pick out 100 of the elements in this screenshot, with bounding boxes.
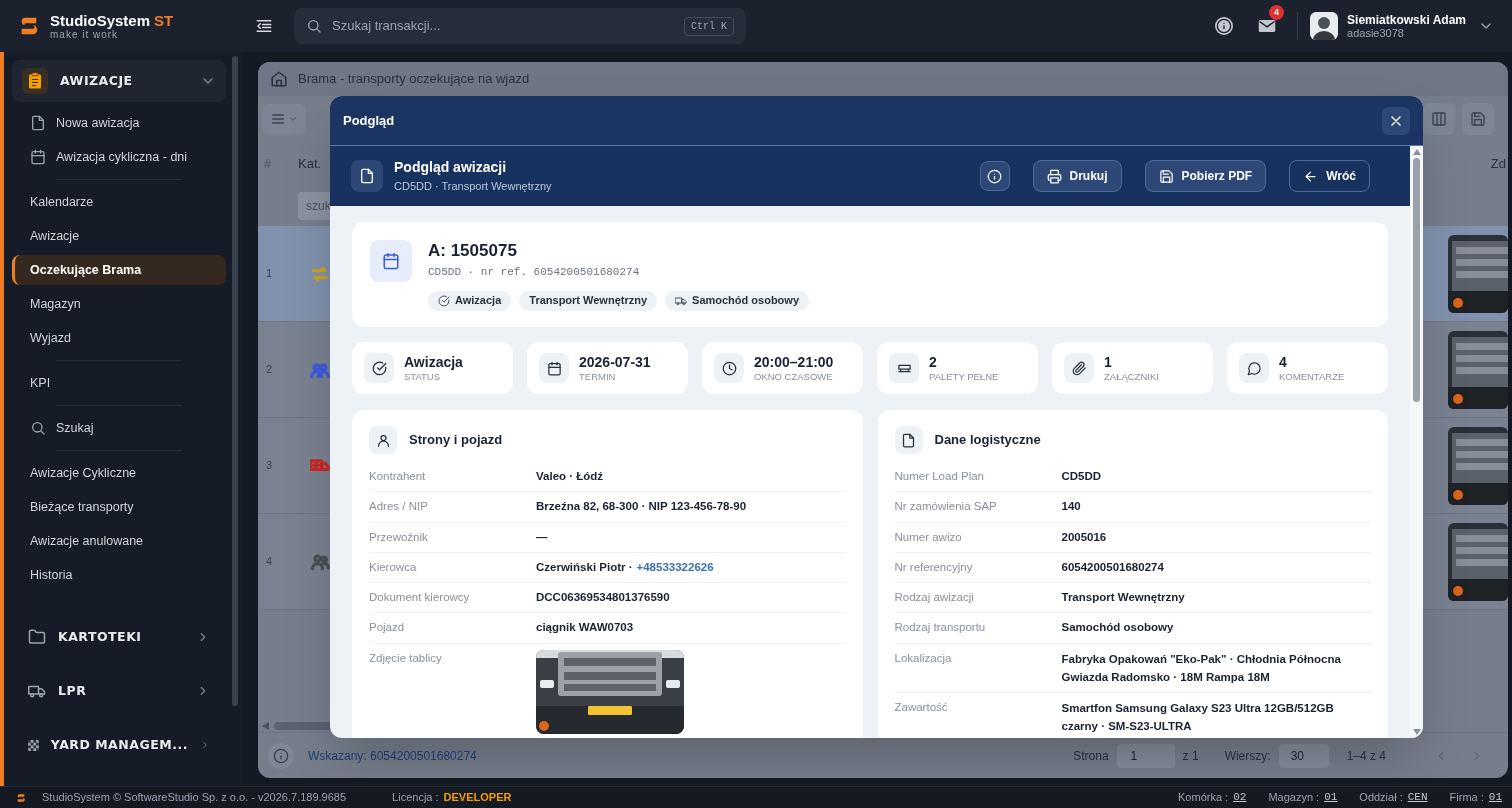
sidebar-item[interactable]: Wyjazd <box>12 323 226 353</box>
document-icon <box>359 168 375 184</box>
stat-value: 4 <box>1279 354 1288 369</box>
row-range: 1–4 z 4 <box>1346 747 1386 765</box>
field-value: Czerwiński Piotr · <box>536 559 633 575</box>
printer-icon <box>1046 168 1062 184</box>
user-icon <box>375 432 391 448</box>
license-label: Licencja : <box>392 790 439 806</box>
phone-link[interactable]: +48533322626 <box>636 558 714 576</box>
info-button[interactable] <box>979 161 1010 191</box>
mail-icon <box>1258 19 1277 33</box>
sidebar-item[interactable]: Kalendarze <box>12 187 226 217</box>
stat-label: OKNO CZASOWE <box>754 371 834 382</box>
app-tagline: make it work <box>50 29 119 40</box>
field-label: Dokument kierowcy <box>369 590 471 605</box>
save-button[interactable] <box>1462 103 1494 135</box>
status-label: Firma : <box>1449 790 1484 806</box>
calendar-icon <box>30 149 46 165</box>
scroll-up-icon[interactable] <box>1412 149 1421 155</box>
sidebar-section[interactable]: LPR <box>12 664 226 718</box>
scroll-left-icon[interactable] <box>262 722 270 730</box>
info-icon <box>987 168 1002 184</box>
notification-badge: 4 <box>1269 5 1285 20</box>
field-label: Kierowca <box>369 559 418 575</box>
columns-button[interactable] <box>1423 103 1455 135</box>
tag: Transport Wewnętrzny <box>519 290 658 311</box>
page-title: Brama - transporty oczekujące na wjazd <box>298 70 530 89</box>
back-button[interactable]: Wróć <box>1289 160 1370 192</box>
comment-icon <box>1246 360 1262 376</box>
sidebar-item[interactable]: Nowa awizacja <box>12 108 226 138</box>
sidebar-item[interactable]: Oczekujące Brama <box>12 255 226 285</box>
sidebar-item[interactable]: Awizacje <box>12 221 226 251</box>
app-name-accent: ST <box>154 12 174 28</box>
sidebar-item[interactable]: KPI <box>12 368 226 398</box>
stat-label: TERMIN <box>579 371 617 382</box>
field-label: Nr referencyjny <box>894 559 974 575</box>
stat-label: STATUS <box>404 371 442 382</box>
document-icon <box>901 432 916 448</box>
page-field[interactable]: 1 <box>1116 743 1175 768</box>
field-label: Zdjęcie tablicy <box>369 650 443 666</box>
preview-subtitle: CD5DD · Transport Wewnętrzny <box>394 179 552 195</box>
field-label: Numer Load Plan <box>894 469 985 484</box>
sidebar-item[interactable]: Awizacje anulowane <box>12 526 226 556</box>
search-bar[interactable]: Szukaj transakcji... Ctrl K <box>294 8 746 44</box>
stat-value: 2026-07-31 <box>579 354 651 369</box>
license-value: DEVELOPER <box>443 790 512 806</box>
stat-value: 2 <box>929 354 938 369</box>
save-icon <box>1470 111 1486 127</box>
stat-value: 20:00–21:00 <box>754 354 834 369</box>
rows-label: Wierszy: <box>1224 747 1271 765</box>
column-header: # <box>263 155 273 174</box>
field-value: — <box>536 529 548 545</box>
field-label: Rodzaj transportu <box>894 620 987 636</box>
field-label: Adres / NIP <box>369 499 429 515</box>
columns-icon <box>1431 111 1447 127</box>
calendar-icon <box>382 252 400 270</box>
sidebar-item[interactable]: Awizacja cykliczna - dni <box>12 142 226 172</box>
page-total: z 1 <box>1182 747 1199 765</box>
user-name: Siemiatkowski Adam <box>1347 13 1466 26</box>
check-icon <box>438 294 450 307</box>
field-label: Zawartość <box>894 699 949 715</box>
status-label: Magazyn : <box>1268 790 1320 806</box>
field-value: CD5DD <box>1061 469 1102 484</box>
sidebar-item[interactable]: Bieżące transporty <box>12 492 226 522</box>
scrollbar-thumb[interactable] <box>1413 158 1420 402</box>
field-label: Lokalizacja <box>894 650 953 666</box>
info-button[interactable] <box>1215 17 1234 35</box>
field-label: Nr zamówienia SAP <box>894 499 998 515</box>
menu-icon <box>255 17 273 35</box>
stat-label: KOMENTARZE <box>1279 371 1345 382</box>
copyright: StudioSystem © SoftwareStudio Sp. z o.o. - v2026.7.189.9685 <box>42 790 347 806</box>
field-label: Pojazd <box>369 620 406 636</box>
sidebar-item[interactable]: Szukaj <box>12 413 226 443</box>
download-pdf-button[interactable]: Pobierz PDF <box>1144 160 1267 192</box>
sidebar-scrollbar[interactable] <box>232 56 238 706</box>
field-label: Kontrahent <box>369 469 427 484</box>
dialog-scrollbar[interactable] <box>1410 146 1423 738</box>
close-button[interactable] <box>1382 106 1410 135</box>
menu-button[interactable] <box>262 104 306 134</box>
field-value: Fabryka Opakowań "Eko-Pak" · Chłodnia Północna Gwiazda Radomsko · 18M Rampa 18M <box>1061 651 1342 685</box>
status-value: CEN <box>1407 790 1428 806</box>
save-icon <box>1158 168 1174 184</box>
status-value: 01 <box>1488 790 1502 806</box>
rows-field[interactable]: 30 <box>1278 743 1329 768</box>
tag: Awizacja <box>428 290 512 311</box>
chevron-down-icon <box>288 114 298 124</box>
sidebar-item[interactable]: Magazyn <box>12 289 226 319</box>
scroll-down-icon[interactable] <box>1412 729 1421 735</box>
print-button[interactable]: Drukuj <box>1032 160 1122 192</box>
search-field[interactable]: Szukaj transakcji... <box>332 16 674 36</box>
sidebar-item[interactable]: Historia <box>12 560 226 590</box>
checkered-icon <box>28 737 39 753</box>
column-header: Zd <box>1490 155 1507 174</box>
search-icon <box>306 18 322 34</box>
sidebar-item[interactable]: Awizacje Cykliczne <box>12 458 226 488</box>
sidebar-section[interactable]: AWIZACJE <box>12 60 226 102</box>
sidebar-section[interactable]: YARD MANAGEM... <box>12 718 226 772</box>
sidebar-section[interactable]: KARTOTEKI <box>12 610 226 664</box>
status-value: 01 <box>1324 790 1338 806</box>
clock-icon <box>721 360 737 376</box>
